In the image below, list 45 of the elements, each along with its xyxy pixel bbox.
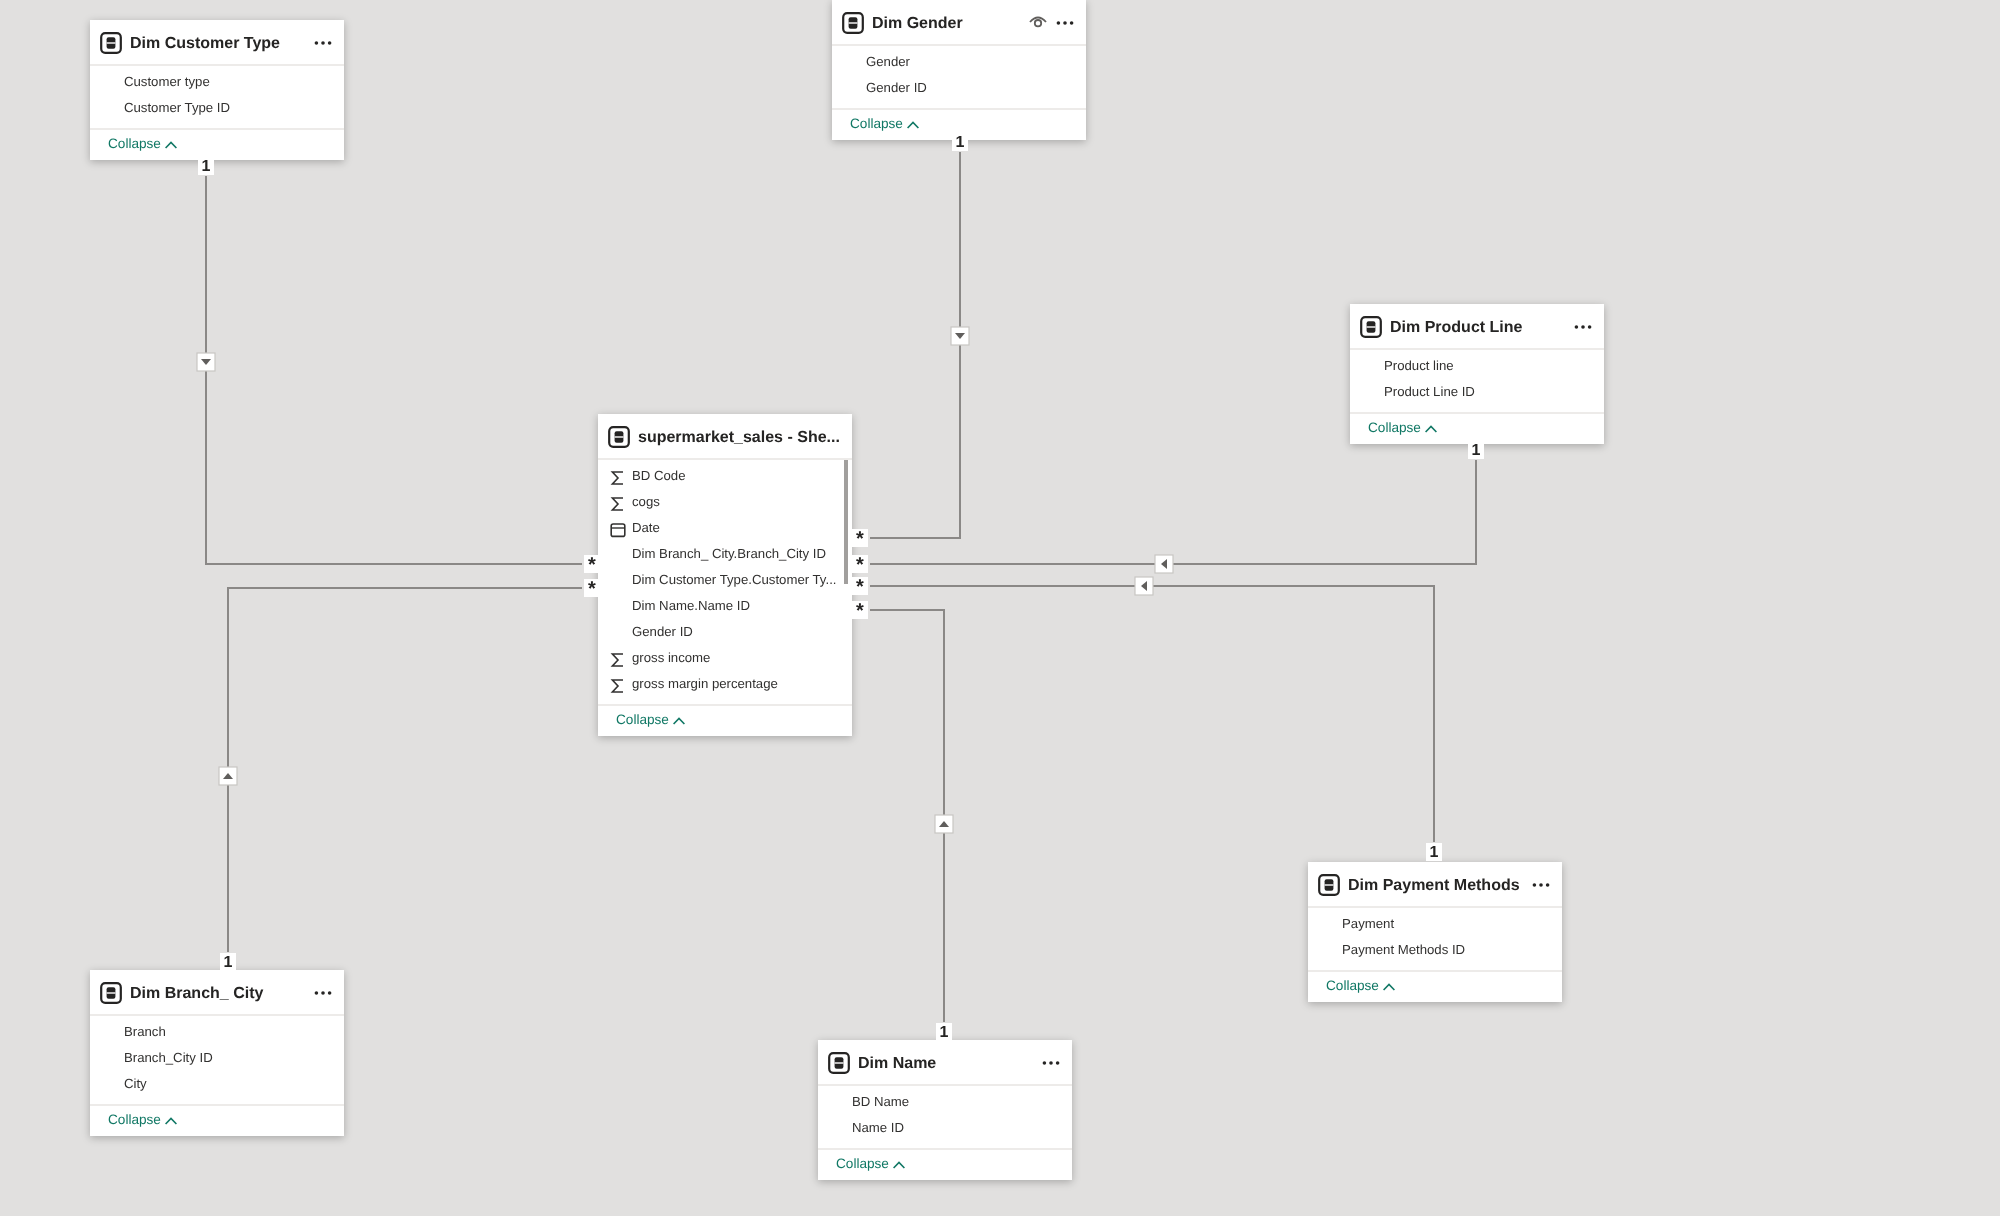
cardinality-label: 1 <box>1426 843 1442 861</box>
table-title: Dim Gender <box>872 13 965 31</box>
more-options-icon[interactable] <box>1574 323 1592 329</box>
relationship-connector[interactable] <box>869 609 954 1023</box>
cardinality-label: * <box>852 601 868 619</box>
table-icon <box>608 425 630 447</box>
cardinality-label: 1 <box>220 953 236 971</box>
cardinality-label: 1 <box>952 133 968 151</box>
chevron-up-icon <box>892 1160 907 1170</box>
more-options-icon[interactable] <box>1042 1059 1060 1065</box>
chevron-up-icon <box>672 716 687 726</box>
table-icon <box>1360 315 1382 337</box>
relationship-connector[interactable] <box>869 151 970 539</box>
table-title: supermarket_sales - She... <box>638 427 840 445</box>
calendar-icon <box>610 521 626 537</box>
cardinality-label: * <box>852 529 868 547</box>
cardinality-label: 1 <box>936 1023 952 1041</box>
table-title: Dim Product Line <box>1390 317 1525 335</box>
scrollbar[interactable] <box>844 460 848 584</box>
table-icon <box>100 981 122 1003</box>
table-title: Dim Name <box>858 1053 939 1071</box>
cardinality-label: 1 <box>1468 441 1484 459</box>
cardinality-label: * <box>852 555 868 573</box>
more-options-icon[interactable] <box>1532 881 1550 887</box>
table-title: Dim Payment Methods <box>1348 875 1522 893</box>
more-options-icon[interactable] <box>314 989 332 995</box>
relationship-connector[interactable] <box>869 459 1477 574</box>
table-title: Dim Customer Type <box>130 33 282 51</box>
table-icon <box>100 31 122 53</box>
cardinality-label: 1 <box>198 157 214 175</box>
table-icon <box>842 11 864 33</box>
cardinality-label: * <box>584 579 600 597</box>
more-options-icon[interactable] <box>314 39 332 45</box>
table-title: Dim Branch_ City <box>130 983 266 1001</box>
cardinality-label: * <box>584 555 600 573</box>
cardinality-label: * <box>852 577 868 595</box>
table-icon <box>828 1051 850 1073</box>
chevron-up-icon <box>164 1116 179 1126</box>
chevron-up-icon <box>1424 424 1439 434</box>
table-icon <box>1318 873 1340 895</box>
chevron-up-icon <box>906 120 921 130</box>
chevron-up-icon <box>164 140 179 150</box>
more-options-icon[interactable] <box>1056 19 1074 25</box>
eye-icon[interactable] <box>1028 14 1048 30</box>
chevron-up-icon <box>1382 982 1397 992</box>
